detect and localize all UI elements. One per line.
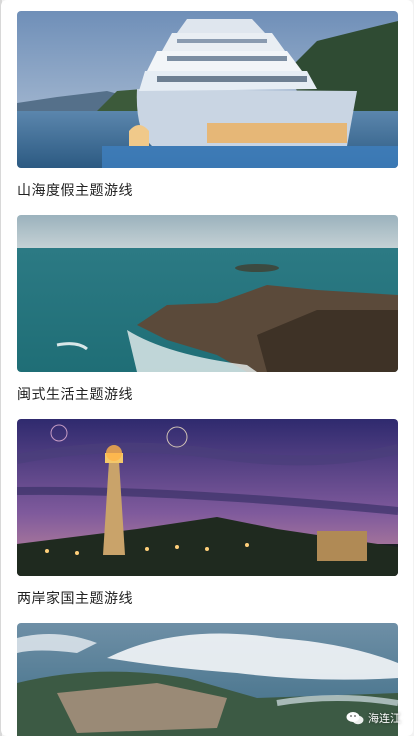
route-photo-rocky-island[interactable] <box>17 215 398 372</box>
route-photo-lighthouse[interactable] <box>17 419 398 576</box>
route-title[interactable]: 两岸家国主题游线 <box>17 588 398 608</box>
route-card-3[interactable]: 两岸家国主题游线 <box>17 419 398 608</box>
route-photo-aerial-town[interactable] <box>17 623 398 736</box>
route-list: 山海度假主题游线 闽式生活主题游线 两岸家国主题游线 海连江 <box>1 0 413 736</box>
route-card-2[interactable]: 闽式生活主题游线 <box>17 215 398 404</box>
route-title[interactable]: 山海度假主题游线 <box>17 180 398 200</box>
route-card-4[interactable] <box>17 623 398 736</box>
watermark-label: 海连江 <box>368 712 401 725</box>
channel-watermark: 海连江 <box>346 710 401 726</box>
route-photo-cruise-hotel[interactable] <box>17 11 398 168</box>
wechat-icon <box>346 712 364 725</box>
route-card-1[interactable]: 山海度假主题游线 <box>17 11 398 200</box>
route-title[interactable]: 闽式生活主题游线 <box>17 384 398 404</box>
